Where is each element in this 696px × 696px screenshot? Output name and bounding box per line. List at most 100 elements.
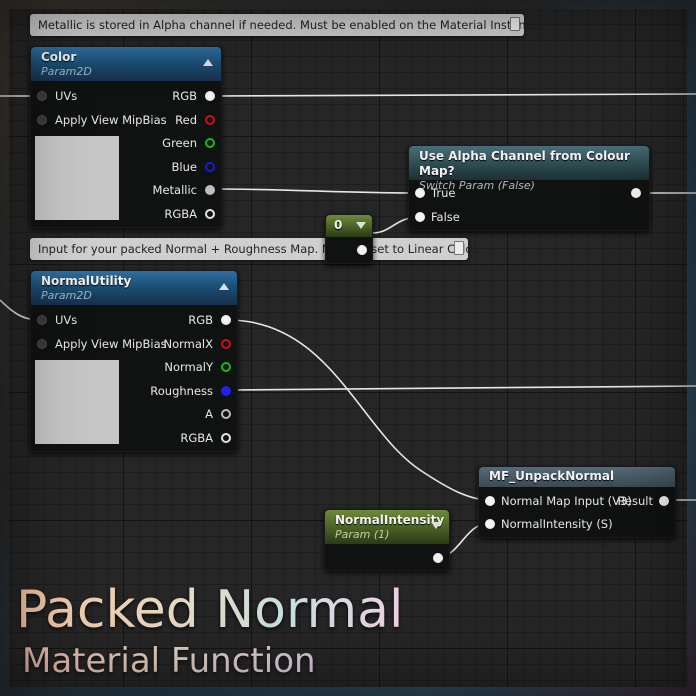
pin-label-uvs: UVs xyxy=(55,89,78,103)
pin-row-roughness[interactable]: Roughness xyxy=(150,382,231,400)
output-pin-normaly[interactable] xyxy=(221,362,231,372)
switch-node-title: Use Alpha Channel from Colour Map? xyxy=(419,149,630,178)
texture-preview xyxy=(35,360,119,444)
comment-normal-text: Input for your packed Normal + Roughness… xyxy=(38,242,480,256)
input-pin-normalmap[interactable] xyxy=(485,496,495,506)
pin-label-rgb: RGB xyxy=(188,313,213,327)
intensity-node-subtitle: Param (1) xyxy=(335,528,390,541)
graph-frame: Metallic is stored in Alpha channel if n… xyxy=(0,0,696,696)
switch-node-header[interactable]: Use Alpha Channel from Colour Map? Switc… xyxy=(409,146,649,192)
output-pin-blue[interactable] xyxy=(205,162,215,172)
output-pin-switch[interactable] xyxy=(631,188,641,198)
comment-metallic[interactable]: Metallic is stored in Alpha channel if n… xyxy=(30,14,543,36)
pin-label-metallic: Metallic xyxy=(152,183,197,197)
input-pin-uvs[interactable] xyxy=(37,315,47,325)
input-pin-mipbias[interactable] xyxy=(37,339,47,349)
color-param-node[interactable]: Color Param2D UVs Apply View MipBias RGB… xyxy=(30,46,222,228)
pin-row-normalx[interactable]: NormalX xyxy=(163,335,231,353)
pin-label-green: Green xyxy=(162,136,197,150)
collapse-arrow-icon[interactable] xyxy=(203,59,213,66)
normal-node-header[interactable]: NormalUtility Param2D xyxy=(31,271,237,305)
pin-label-true: True xyxy=(431,186,456,200)
color-node-subtitle: Param2D xyxy=(41,65,92,78)
comment-normal[interactable]: Input for your packed Normal + Roughness… xyxy=(30,238,480,260)
switch-param-node[interactable]: Use Alpha Channel from Colour Map? Switc… xyxy=(408,145,650,231)
pin-label-normalmap: Normal Map Input (V3) xyxy=(501,494,632,508)
unpack-node-title: MF_UnpackNormal xyxy=(489,469,615,483)
pin-label-blue: Blue xyxy=(171,160,197,174)
output-pin-rgb[interactable] xyxy=(221,315,231,325)
pin-label-a: A xyxy=(205,407,213,421)
pin-row-false[interactable]: False xyxy=(415,208,460,226)
pin-row-normaly[interactable]: NormalY xyxy=(164,358,231,376)
pin-label-red: Red xyxy=(175,113,197,127)
pin-row-mipbias[interactable]: Apply View MipBias xyxy=(37,335,167,353)
output-pin-roughness[interactable] xyxy=(221,386,231,396)
intensity-node-title: NormalIntensity xyxy=(335,513,445,527)
pin-row-rgba[interactable]: RGBA xyxy=(164,205,215,223)
normal-intensity-node[interactable]: NormalIntensity Param (1) xyxy=(324,509,450,571)
pin-row-uvs[interactable]: UVs xyxy=(37,87,77,105)
input-pin-intensity[interactable] xyxy=(485,519,495,529)
constant-node-header[interactable]: 0 xyxy=(326,215,372,237)
texture-preview xyxy=(35,136,119,220)
output-pin-red[interactable] xyxy=(205,115,215,125)
input-pin-uvs[interactable] xyxy=(37,91,47,101)
pin-label-rgba: RGBA xyxy=(164,207,197,221)
intensity-node-header[interactable]: NormalIntensity Param (1) xyxy=(325,510,449,544)
normal-param-node[interactable]: NormalUtility Param2D UVs Apply View Mip… xyxy=(30,270,238,452)
output-pin-constant[interactable] xyxy=(357,245,367,255)
pin-row-uvs[interactable]: UVs xyxy=(37,311,77,329)
output-pin-green[interactable] xyxy=(205,138,215,148)
input-pin-mipbias[interactable] xyxy=(37,115,47,125)
output-pin-metallic[interactable] xyxy=(205,185,215,195)
input-pin-true[interactable] xyxy=(415,188,425,198)
output-pin-normalx[interactable] xyxy=(221,339,231,349)
output-pin-a[interactable] xyxy=(221,409,231,419)
color-node-header[interactable]: Color Param2D xyxy=(31,47,221,81)
output-pin-rgba[interactable] xyxy=(205,209,215,219)
overlay-title: Packed Normal xyxy=(16,580,404,640)
pin-row-result[interactable]: Result xyxy=(617,492,669,510)
overlay-subtitle: Material Function xyxy=(22,641,316,681)
pin-row-intensity[interactable]: NormalIntensity (S) xyxy=(485,515,613,533)
pin-row-rgb[interactable]: RGB xyxy=(188,311,231,329)
output-pin-rgb[interactable] xyxy=(205,91,215,101)
pin-label-uvs: UVs xyxy=(55,313,78,327)
pin-row-true[interactable]: True xyxy=(415,184,455,202)
pin-label-rgb: RGB xyxy=(172,89,197,103)
unpack-normal-node[interactable]: MF_UnpackNormal Normal Map Input (V3) No… xyxy=(478,466,676,538)
pin-row-rgb[interactable]: RGB xyxy=(172,87,215,105)
comment-icon xyxy=(510,17,520,31)
pin-label-rgba: RGBA xyxy=(180,431,213,445)
color-node-title: Color xyxy=(41,50,77,64)
pin-row-metallic[interactable]: Metallic xyxy=(153,181,215,199)
pin-row-red[interactable]: Red xyxy=(175,111,215,129)
pin-row-mipbias[interactable]: Apply View MipBias xyxy=(37,111,167,129)
output-pin-rgba[interactable] xyxy=(221,433,231,443)
pin-label-roughness: Roughness xyxy=(150,384,213,398)
expand-arrow-icon[interactable] xyxy=(356,222,366,229)
output-pin-intensity[interactable] xyxy=(433,553,443,563)
pin-row-rgba[interactable]: RGBA xyxy=(180,429,231,447)
pin-row-normalmap[interactable]: Normal Map Input (V3) xyxy=(485,492,632,510)
output-pin-result[interactable] xyxy=(659,496,669,506)
pin-row-blue[interactable]: Blue xyxy=(172,158,215,176)
pin-label-intensity: NormalIntensity (S) xyxy=(501,517,613,531)
pin-label-mipbias: Apply View MipBias xyxy=(55,113,167,127)
pin-label-result: Result xyxy=(617,494,653,508)
normal-node-subtitle: Param2D xyxy=(41,289,92,302)
expand-arrow-icon[interactable] xyxy=(431,522,441,529)
pin-label-false: False xyxy=(431,210,460,224)
pin-row-a[interactable]: A xyxy=(205,405,231,423)
unpack-node-header[interactable]: MF_UnpackNormal xyxy=(479,467,675,487)
constant-node[interactable]: 0 xyxy=(325,214,373,264)
comment-metallic-text: Metallic is stored in Alpha channel if n… xyxy=(38,18,543,32)
pin-row-green[interactable]: Green xyxy=(162,134,215,152)
comment-icon xyxy=(454,241,464,255)
input-pin-false[interactable] xyxy=(415,212,425,222)
pin-label-mipbias: Apply View MipBias xyxy=(55,337,167,351)
pin-label-normaly: NormalY xyxy=(164,360,213,374)
pin-label-normalx: NormalX xyxy=(163,337,214,351)
collapse-arrow-icon[interactable] xyxy=(219,283,229,290)
